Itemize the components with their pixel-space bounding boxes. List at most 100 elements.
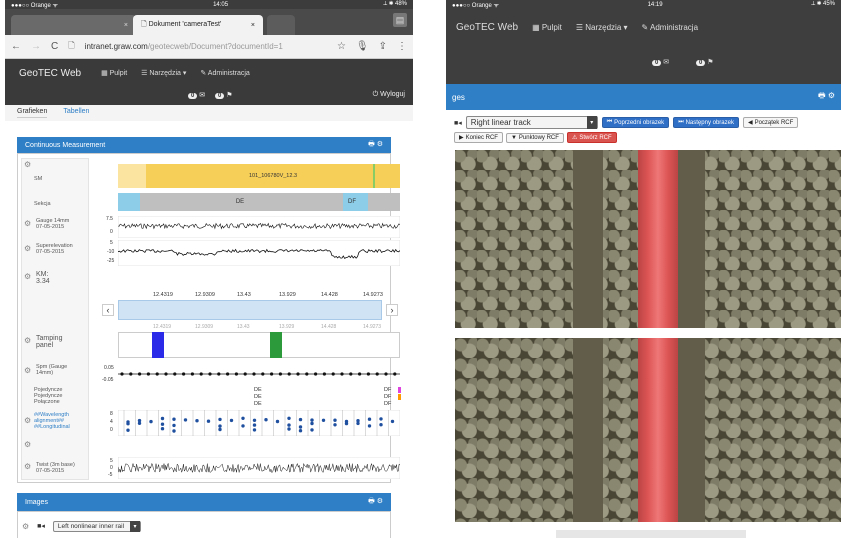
microphone-icon[interactable]: 🎙 [356, 41, 369, 52]
reload-icon[interactable]: C [51, 41, 58, 52]
tab-tabellen[interactable]: Tabellen [63, 108, 89, 118]
camera-icon: ■◂ [454, 119, 462, 127]
spm-tick: 0.05 [104, 365, 114, 371]
wavelength-point [218, 417, 222, 422]
print-icon[interactable]: 🖶 [368, 498, 375, 505]
forward-icon[interactable]: → [31, 41, 41, 52]
gear-icon[interactable]: ⚙ [377, 141, 383, 148]
ios-status-bar: ●●●○○ Orange ᯤ 14:19 ⟂ ✱ 45% [446, 0, 841, 9]
spm-point [393, 372, 397, 376]
flag-icon: ⚑ [707, 59, 714, 66]
gear-icon[interactable]: ⚙ [24, 462, 31, 471]
continuous-measurement-panel: Continuous Measurement 🖶 ⚙ ⚙ ⚙ ⚙ ⚙ ⚙ ⚙ ⚙… [17, 137, 401, 483]
wavelength-point [126, 428, 130, 432]
nav-administracja[interactable]: ✎ Administracja [642, 23, 699, 32]
address-bar[interactable]: intranet.graw.com/geotecweb/Document?doc… [85, 42, 327, 51]
pojedyncze-df-labels: DF DF DF [384, 387, 392, 407]
gear-icon[interactable]: ⚙ [24, 366, 31, 375]
scroll-right-button[interactable]: › [386, 304, 398, 316]
spm-point [322, 372, 326, 376]
spm-point [208, 372, 212, 376]
flag-notification[interactable]: 0 ⚑ [215, 91, 233, 99]
rail-image-bottom[interactable] [455, 338, 841, 522]
spm-point [217, 372, 221, 376]
scroll-left-button[interactable]: ‹ [102, 304, 114, 316]
rcf-end-button[interactable]: ▶ Koniec RCF [454, 132, 503, 143]
wavelength-point [241, 424, 245, 428]
rail-head [638, 150, 678, 328]
tab-switcher-icon[interactable]: ▤ [393, 13, 407, 27]
spm-point [305, 372, 309, 376]
wavelength-point [137, 421, 142, 425]
images-panel-header: ges 🖶 ⚙ [446, 84, 841, 110]
wavelength-point [287, 423, 291, 427]
flag-notification[interactable]: 0 ⚑ [696, 58, 714, 66]
sleeper-right [675, 150, 705, 328]
brand[interactable]: GeoTEC Web [19, 68, 81, 79]
bookmark-star-icon[interactable]: ☆ [337, 41, 346, 52]
row-label-twist: Twist (3m base) 07-05-2015 [36, 462, 75, 474]
nav-narzedzia[interactable]: ☰ Narzędzia ▾ [576, 23, 628, 32]
print-icon[interactable]: 🖶 [368, 141, 375, 148]
next-image-button[interactable]: ⏭ Następny obrazek [673, 117, 739, 128]
gear-icon[interactable]: ⚙ [24, 244, 31, 253]
browser-tab-active[interactable]: 🗋 Dokument 'cameraTest' × [133, 15, 263, 35]
images-panel-title: ges [452, 92, 465, 102]
new-tab-button[interactable] [267, 15, 295, 35]
rcf-start-button[interactable]: ◀ Początek RCF [742, 117, 799, 128]
wrench-icon: ✎ [641, 23, 651, 32]
nav-narzedzia[interactable]: ☰ Narzędzia ▾ [141, 69, 186, 77]
share-icon[interactable]: ⇪ [379, 41, 387, 52]
wavelength-point [252, 423, 257, 427]
logout-link[interactable]: ⏻ Wyloguj [373, 91, 405, 99]
wavelength-point [172, 429, 176, 433]
nav-administracja[interactable]: ✎ Administracja [200, 69, 249, 77]
sekcja-segment [118, 193, 140, 211]
brand[interactable]: GeoTEC Web [456, 22, 518, 33]
superelevation-chart [118, 240, 400, 266]
mail-notification[interactable]: 0 ✉ [652, 58, 669, 66]
dashboard-icon: ▦ [532, 23, 542, 32]
gear-icon[interactable]: ⚙ [22, 522, 29, 531]
wavelength-point [298, 425, 303, 429]
print-icon[interactable]: 🖶 [818, 91, 826, 100]
wavelength-point [183, 418, 188, 422]
nav-pulpit[interactable]: ▦ Pulpit [101, 69, 127, 77]
gear-icon[interactable]: ⚙ [377, 498, 383, 505]
tamping-block [270, 332, 282, 358]
wavelength-point [287, 416, 291, 420]
gear-icon[interactable]: ⚙ [828, 91, 835, 100]
create-rcf-button[interactable]: ⚠ Stwórz RCF [566, 132, 617, 143]
gear-icon[interactable]: ⚙ [24, 219, 31, 228]
km-tick-label: 13.43 [237, 324, 250, 330]
spm-chart [118, 372, 400, 376]
gear-icon[interactable]: ⚙ [24, 160, 31, 169]
back-icon[interactable]: ← [11, 41, 21, 52]
super-tick: 5 [110, 240, 113, 246]
tab-grafieken[interactable]: Grafieken [17, 108, 48, 118]
wavelength-point [356, 421, 360, 426]
previous-image-button[interactable]: ⏮ Poprzedni obrazek [601, 117, 670, 128]
battery: ⟂ ✱ 48% [383, 1, 407, 7]
close-icon[interactable]: × [251, 22, 255, 29]
mail-notification[interactable]: 0 ✉ [188, 91, 205, 99]
gear-icon[interactable]: ⚙ [24, 272, 31, 281]
km-range-slider[interactable] [118, 300, 382, 320]
gear-icon[interactable]: ⚙ [24, 440, 31, 449]
close-icon[interactable]: × [124, 22, 128, 29]
images-panel: Images 🖶 ⚙ ⚙ ■◂ Left nonlinear inner rai… [17, 493, 391, 538]
gear-icon[interactable]: ⚙ [24, 416, 31, 425]
row-label-sm: SM [34, 176, 43, 182]
row-label-tamping: Tamping panel [36, 335, 63, 349]
track-select[interactable]: Right linear track ▾ [465, 116, 598, 129]
nav-pulpit[interactable]: ▦ Pulpit [532, 23, 562, 32]
spm-tick: -0.05 [102, 377, 114, 383]
rail-image-top[interactable] [455, 150, 841, 328]
camera-select[interactable]: Left nonlinear inner rail ▾ [52, 520, 142, 532]
rcf-point-button[interactable]: ▼ Punktowy RCF [505, 132, 564, 143]
browser-tab-inactive[interactable]: × [11, 15, 136, 35]
menu-icon[interactable]: ⋮ [397, 41, 407, 52]
spm-point [340, 372, 344, 376]
chevron-down-icon: ▾ [130, 520, 141, 532]
gear-icon[interactable]: ⚙ [24, 336, 31, 345]
